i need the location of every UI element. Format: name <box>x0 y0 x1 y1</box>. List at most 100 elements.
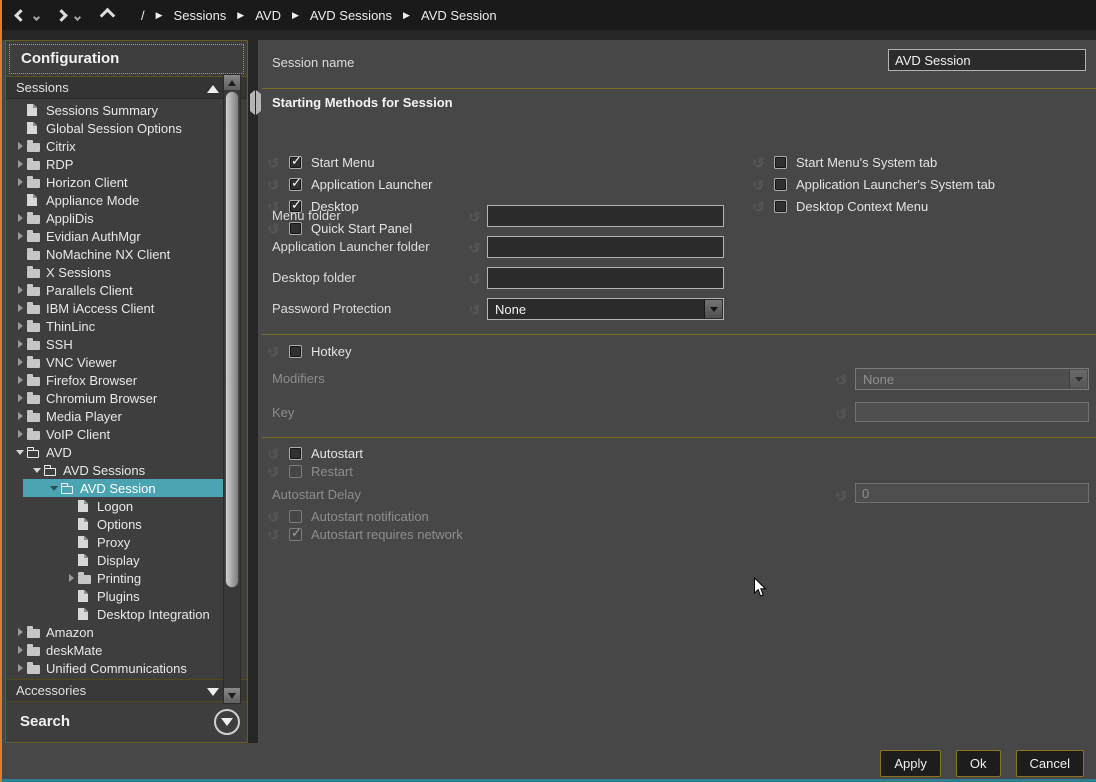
tree-item[interactable]: Proxy <box>7 533 239 551</box>
breadcrumb-item[interactable]: AVD Session <box>421 8 497 23</box>
expander-icon[interactable] <box>18 628 23 636</box>
tree-item[interactable]: deskMate <box>7 641 239 659</box>
tree-item[interactable]: Citrix <box>7 137 239 155</box>
tree-item[interactable]: VNC Viewer <box>7 353 239 371</box>
expander-icon[interactable] <box>18 178 23 186</box>
folder-icon <box>78 575 91 584</box>
tree-item[interactable]: Display <box>7 551 239 569</box>
tree-item[interactable]: Parallels Client <box>7 281 239 299</box>
tree-item[interactable]: VoIP Client <box>7 425 239 443</box>
expander-icon[interactable] <box>18 232 23 240</box>
revert-icon[interactable]: ↺ <box>750 154 765 170</box>
expander-icon[interactable] <box>18 646 23 654</box>
tree-item[interactable]: Appliance Mode <box>7 191 239 209</box>
tree-item[interactable]: AVD Session <box>23 479 239 497</box>
autostart-checkbox[interactable]: ✓ <box>289 447 302 460</box>
revert-icon[interactable]: ↺ <box>466 301 481 317</box>
scroll-thumb[interactable] <box>225 91 239 588</box>
revert-icon[interactable]: ↺ <box>265 176 280 192</box>
tree-item[interactable]: Printing <box>7 569 239 587</box>
expander-icon[interactable] <box>18 304 23 312</box>
pane-splitter[interactable] <box>249 94 258 118</box>
tree-item[interactable]: Options <box>7 515 239 533</box>
tree-item[interactable]: Amazon <box>7 623 239 641</box>
cancel-button[interactable]: Cancel <box>1016 750 1084 777</box>
checkbox[interactable]: ✓ <box>289 178 302 191</box>
expander-icon[interactable] <box>18 358 23 366</box>
breadcrumb-root[interactable]: / <box>141 8 145 23</box>
tree-item-label: AppliDis <box>46 211 94 226</box>
breadcrumb-item[interactable]: AVD <box>255 8 281 23</box>
tree-item[interactable]: Firefox Browser <box>7 371 239 389</box>
checkbox[interactable]: ✓ <box>774 178 787 191</box>
tree-item[interactable]: Media Player <box>7 407 239 425</box>
tree-item[interactable]: SSH <box>7 335 239 353</box>
tree-scrollbar[interactable] <box>223 74 241 704</box>
tree-item[interactable]: Global Session Options <box>7 119 239 137</box>
tree-item[interactable]: Chromium Browser <box>7 389 239 407</box>
breadcrumb-item[interactable]: Sessions <box>174 8 227 23</box>
expander-icon[interactable] <box>33 468 41 473</box>
password-protection-dropdown[interactable]: None <box>487 298 724 320</box>
tree-item[interactable]: Desktop Integration <box>7 605 239 623</box>
file-icon <box>78 590 88 602</box>
expander-icon[interactable] <box>18 286 23 294</box>
expander-icon[interactable] <box>18 412 23 420</box>
expander-icon[interactable] <box>18 214 23 222</box>
expander-icon[interactable] <box>69 574 74 582</box>
scroll-up-button[interactable] <box>224 75 240 90</box>
tree-item[interactable]: Plugins <box>7 587 239 605</box>
checkbox[interactable]: ✓ <box>774 156 787 169</box>
checkbox[interactable]: ✓ <box>289 156 302 169</box>
revert-icon[interactable]: ↺ <box>265 343 280 359</box>
scroll-down-button[interactable] <box>224 688 240 703</box>
back-history-dropdown-icon[interactable] <box>33 13 40 20</box>
revert-icon[interactable]: ↺ <box>265 445 280 461</box>
forward-history-dropdown-icon[interactable] <box>74 13 81 20</box>
hotkey-checkbox[interactable]: ✓ <box>289 345 302 358</box>
tree-item[interactable]: ThinLinc <box>7 317 239 335</box>
tree-item[interactable]: X Sessions <box>7 263 239 281</box>
dropdown-arrow-icon[interactable] <box>704 300 722 318</box>
tree-item[interactable]: Sessions Summary <box>7 101 239 119</box>
sessions-section-header[interactable]: Sessions <box>6 76 247 99</box>
expander-icon[interactable] <box>18 430 23 438</box>
tree-item-label: Desktop Integration <box>97 607 210 622</box>
ok-button[interactable]: Ok <box>956 750 1001 777</box>
expander-icon[interactable] <box>18 142 23 150</box>
expander-icon[interactable] <box>18 664 23 672</box>
search-toggle-button[interactable] <box>214 709 240 735</box>
revert-icon[interactable]: ↺ <box>750 176 765 192</box>
revert-icon[interactable]: ↺ <box>466 270 481 286</box>
forward-icon[interactable] <box>55 9 68 22</box>
apply-button[interactable]: Apply <box>880 750 941 777</box>
tree-item[interactable]: RDP <box>7 155 239 173</box>
revert-icon[interactable]: ↺ <box>466 208 481 224</box>
session-name-input[interactable] <box>888 49 1086 71</box>
accessories-section-header[interactable]: Accessories <box>6 679 247 702</box>
revert-icon[interactable]: ↺ <box>265 154 280 170</box>
tree-item[interactable]: NoMachine NX Client <box>7 245 239 263</box>
tree-item[interactable]: AppliDis <box>7 209 239 227</box>
menu-folder-input[interactable] <box>487 205 724 227</box>
expander-icon[interactable] <box>18 376 23 384</box>
expander-icon[interactable] <box>16 450 24 455</box>
desktop-folder-input[interactable] <box>487 267 724 289</box>
expander-icon[interactable] <box>50 486 58 491</box>
tree-item[interactable]: AVD <box>7 443 239 461</box>
tree-item[interactable]: AVD Sessions <box>7 461 239 479</box>
expander-icon[interactable] <box>18 322 23 330</box>
expander-icon[interactable] <box>18 394 23 402</box>
tree-item[interactable]: IBM iAccess Client <box>7 299 239 317</box>
expander-icon[interactable] <box>18 160 23 168</box>
application-launcher-folder-input[interactable] <box>487 236 724 258</box>
expander-icon[interactable] <box>18 340 23 348</box>
tree-item[interactable]: Horizon Client <box>7 173 239 191</box>
revert-icon[interactable]: ↺ <box>466 239 481 255</box>
tree-item[interactable]: Logon <box>7 497 239 515</box>
back-icon[interactable] <box>14 9 27 22</box>
tree-item[interactable]: Evidian AuthMgr <box>7 227 239 245</box>
tree-item[interactable]: Unified Communications <box>7 659 239 677</box>
up-icon[interactable] <box>100 7 116 23</box>
breadcrumb-item[interactable]: AVD Sessions <box>310 8 392 23</box>
